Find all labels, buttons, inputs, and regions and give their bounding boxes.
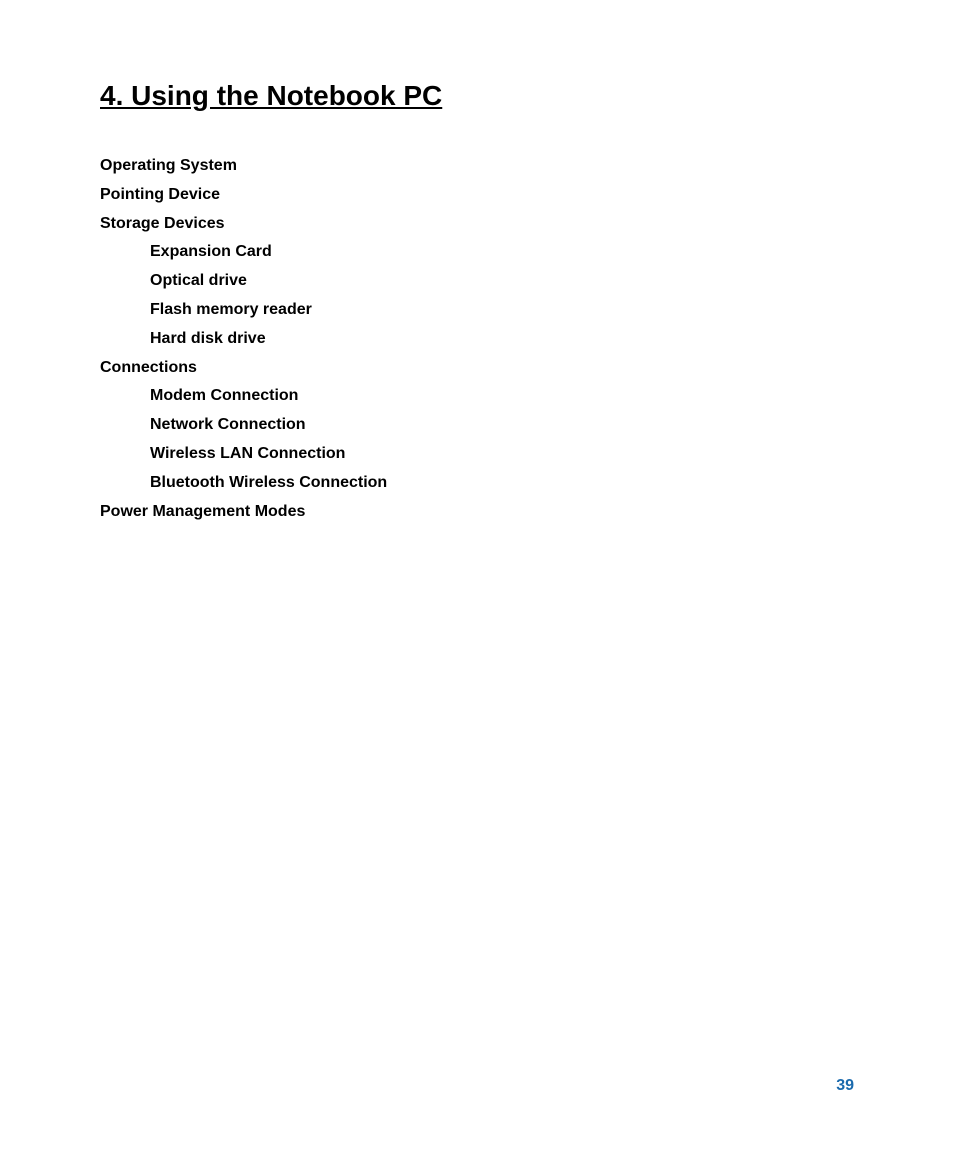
chapter-title: 4. Using the Notebook PC bbox=[100, 80, 854, 112]
toc-item: Storage Devices bbox=[100, 210, 854, 239]
toc-item: Operating System bbox=[100, 152, 854, 181]
toc-item: Expansion Card bbox=[100, 238, 854, 267]
toc-item: Modem Connection bbox=[100, 382, 854, 411]
toc-section: Operating SystemPointing DeviceStorage D… bbox=[100, 152, 854, 526]
page-container: 4. Using the Notebook PC Operating Syste… bbox=[0, 0, 954, 1155]
toc-item: Hard disk drive bbox=[100, 325, 854, 354]
page-number: 39 bbox=[836, 1077, 854, 1095]
toc-item: Pointing Device bbox=[100, 181, 854, 210]
toc-item: Flash memory reader bbox=[100, 296, 854, 325]
toc-item: Network Connection bbox=[100, 411, 854, 440]
toc-item: Power Management Modes bbox=[100, 498, 854, 527]
toc-item: Optical drive bbox=[100, 267, 854, 296]
toc-item: Bluetooth Wireless Connection bbox=[100, 469, 854, 498]
toc-item: Wireless LAN Connection bbox=[100, 440, 854, 469]
toc-item: Connections bbox=[100, 354, 854, 383]
